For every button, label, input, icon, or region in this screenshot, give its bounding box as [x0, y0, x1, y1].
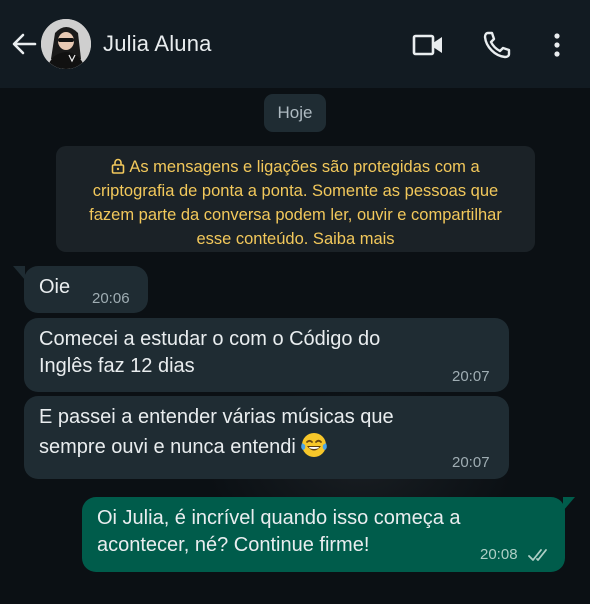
incoming-message[interactable]: Comecei a estudar o com o Código do Ingl…: [24, 318, 509, 392]
message-line: Inglês faz 12 dias: [39, 355, 195, 377]
notice-line: As mensagens e ligações são protegidas c…: [66, 155, 525, 179]
message-text: Oie: [39, 276, 71, 298]
message-text: E passei a entender várias músicas que s…: [39, 404, 394, 461]
back-arrow-icon[interactable]: [10, 30, 38, 58]
whatsapp-chat-screen: Julia Aluna Hoje As mensagens e ligações…: [0, 0, 590, 604]
incoming-message[interactable]: Oie 20:06: [24, 266, 148, 313]
outgoing-message[interactable]: Oi Julia, é incrível quando isso começa …: [82, 497, 565, 572]
notice-line: esse conteúdo. Saiba mais: [196, 230, 395, 248]
encryption-notice[interactable]: As mensagens e ligações são protegidas c…: [56, 146, 535, 252]
read-double-check-icon: [528, 549, 547, 561]
more-options-icon[interactable]: [541, 30, 573, 60]
message-line: Comecei a estudar o com o Código do: [39, 328, 381, 350]
message-text: Oi Julia, é incrível quando isso começa …: [97, 505, 461, 559]
message-list[interactable]: Hoje As mensagens e ligações são protegi…: [0, 88, 590, 604]
tears-of-joy-emoji: [301, 433, 327, 457]
message-time: 20:07: [452, 454, 490, 471]
date-chip: Hoje: [264, 94, 326, 132]
lock-icon: [112, 158, 125, 174]
voice-call-icon[interactable]: [481, 30, 513, 60]
avatar-photo: [41, 19, 91, 69]
chat-header: Julia Aluna: [0, 0, 590, 88]
video-call-icon[interactable]: [412, 30, 444, 60]
message-time: 20:08: [480, 546, 518, 563]
message-time: 20:06: [92, 290, 130, 307]
message-line: sempre ouvi e nunca entendi: [39, 431, 394, 461]
message-text: Comecei a estudar o com o Código do Ingl…: [39, 326, 380, 380]
notice-line: fazem parte da conversa podem ler, ouvir…: [89, 206, 502, 224]
notice-line: criptografia de ponta a ponta. Somente a…: [92, 182, 499, 200]
message-line: Oi Julia, é incrível quando isso começa …: [97, 507, 461, 529]
message-line: E passei a entender várias músicas que: [39, 406, 394, 428]
avatar[interactable]: [41, 19, 91, 69]
message-time: 20:07: [452, 368, 490, 385]
incoming-message[interactable]: E passei a entender várias músicas que s…: [24, 396, 509, 479]
message-line: acontecer, né? Continue firme!: [97, 534, 370, 556]
contact-name[interactable]: Julia Aluna: [103, 30, 212, 58]
